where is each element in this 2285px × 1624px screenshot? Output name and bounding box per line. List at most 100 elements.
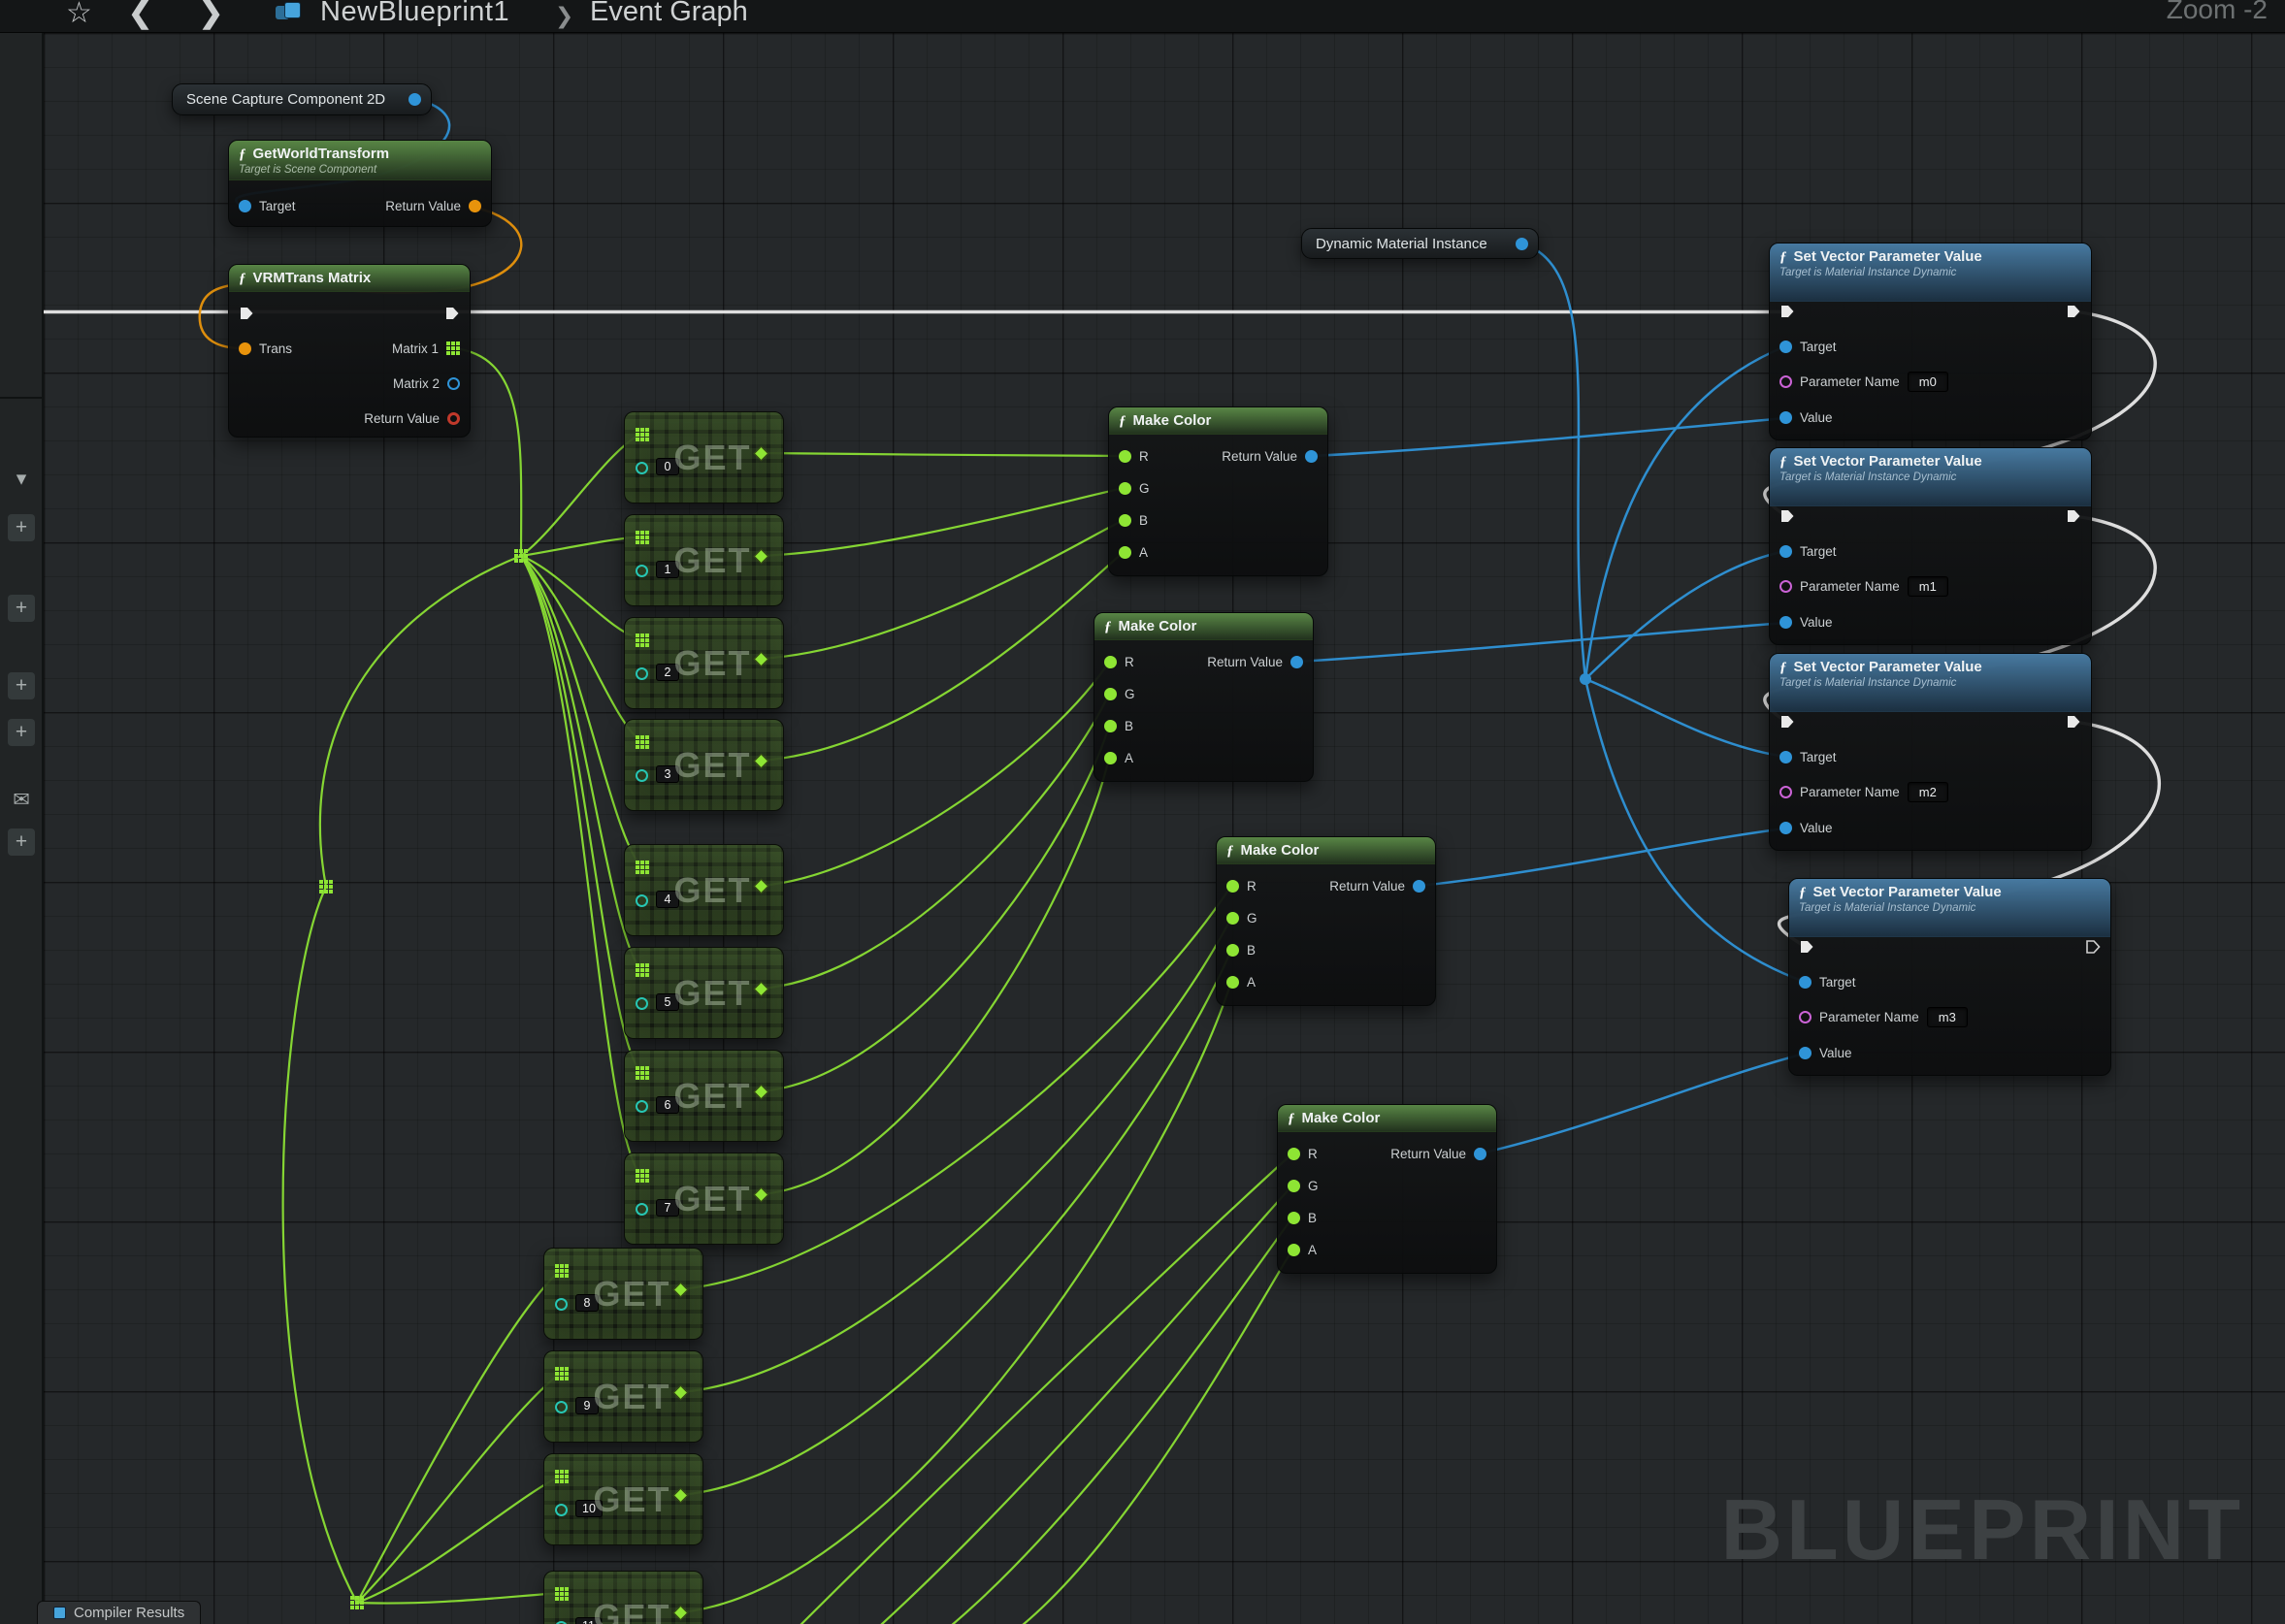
g-pin[interactable] [1119, 482, 1131, 495]
reroute-node[interactable] [319, 880, 333, 893]
matrix2-pin[interactable] [447, 377, 460, 390]
compiler-results-icon [53, 1607, 66, 1619]
return-value-pin[interactable] [1474, 1148, 1486, 1160]
message-icon[interactable]: ✉ [8, 786, 35, 813]
target-pin[interactable] [1799, 976, 1812, 989]
a-pin[interactable] [1119, 546, 1131, 559]
parameter-name-pin[interactable] [1779, 786, 1792, 798]
node-array-get-0[interactable]: 0 GET [624, 411, 784, 503]
node-array-get-3[interactable]: 3 GET [624, 719, 784, 811]
g-pin[interactable] [1226, 912, 1239, 925]
breadcrumb-section[interactable]: Event Graph [590, 0, 748, 33]
object-out-pin[interactable] [1516, 238, 1528, 250]
value-pin[interactable] [1779, 411, 1792, 424]
b-pin[interactable] [1104, 720, 1117, 732]
add-button-4[interactable]: + [8, 719, 35, 746]
breadcrumb-title[interactable]: NewBlueprint1 [320, 0, 509, 33]
add-button-2[interactable]: + [8, 595, 35, 622]
value-pin[interactable] [1779, 616, 1792, 629]
node-scene-capture-component[interactable]: Scene Capture Component 2D [172, 83, 432, 115]
favorite-icon[interactable]: ☆ [66, 0, 92, 33]
node-array-get-11[interactable]: 11 GET [543, 1571, 703, 1624]
node-set-vector-parameter-3[interactable]: ƒSet Vector Parameter Value Target is Ma… [1769, 653, 2092, 851]
return-value-pin[interactable] [447, 412, 460, 425]
compiler-results-tab[interactable]: Compiler Results [37, 1601, 201, 1624]
function-icon: ƒ [1779, 454, 1787, 470]
node-array-get-6[interactable]: 6 GET [624, 1050, 784, 1142]
r-pin[interactable] [1288, 1148, 1300, 1160]
node-set-vector-parameter-4[interactable]: ƒSet Vector Parameter Value Target is Ma… [1788, 878, 2111, 1076]
trans-pin[interactable] [239, 342, 251, 355]
node-dynamic-material-instance[interactable]: Dynamic Material Instance [1301, 228, 1539, 259]
exec-in-pin[interactable] [1779, 304, 1795, 319]
collapse-button[interactable]: ▾ [8, 465, 35, 492]
a-pin[interactable] [1288, 1244, 1300, 1256]
add-button-3[interactable]: + [8, 672, 35, 699]
a-pin[interactable] [1104, 752, 1117, 764]
return-value-pin[interactable] [1305, 450, 1318, 463]
node-array-get-10[interactable]: 10 GET [543, 1453, 703, 1545]
add-button-5[interactable]: + [8, 828, 35, 856]
param-name-field[interactable]: m3 [1927, 1007, 1968, 1027]
node-set-vector-parameter-1[interactable]: ƒSet Vector Parameter Value Target is Ma… [1769, 243, 2092, 440]
g-pin[interactable] [1288, 1180, 1300, 1192]
node-make-color-4[interactable]: ƒMake Color R Return Value G B A [1277, 1104, 1497, 1274]
node-make-color-1[interactable]: ƒMake Color R Return Value G B A [1108, 406, 1328, 576]
exec-out-pin[interactable] [2066, 304, 2081, 319]
exec-out-pin[interactable] [2066, 714, 2081, 730]
reroute-node[interactable] [350, 1596, 364, 1609]
g-pin[interactable] [1104, 688, 1117, 700]
node-set-vector-parameter-2[interactable]: ƒSet Vector Parameter Value Target is Ma… [1769, 447, 2092, 645]
b-pin[interactable] [1226, 944, 1239, 957]
matrix1-array-pin[interactable] [446, 341, 460, 355]
exec-out-pin[interactable] [2066, 508, 2081, 524]
node-make-color-2[interactable]: ƒMake Color R Return Value G B A [1094, 612, 1314, 782]
node-make-color-3[interactable]: ƒMake Color R Return Value G B A [1216, 836, 1436, 1006]
object-out-pin[interactable] [408, 93, 421, 106]
function-icon: ƒ [239, 146, 246, 162]
node-array-get-4[interactable]: 4 GET [624, 844, 784, 936]
target-pin[interactable] [1779, 545, 1792, 558]
return-value-pin[interactable] [469, 200, 481, 212]
value-pin[interactable] [1799, 1047, 1812, 1059]
target-pin[interactable] [1779, 341, 1792, 353]
a-pin[interactable] [1226, 976, 1239, 989]
node-array-get-8[interactable]: 8 GET [543, 1248, 703, 1340]
param-name-field[interactable]: m1 [1908, 576, 1948, 597]
return-value-pin[interactable] [1290, 656, 1303, 668]
r-pin[interactable] [1226, 880, 1239, 893]
r-pin[interactable] [1104, 656, 1117, 668]
exec-in-pin[interactable] [1799, 939, 1814, 955]
node-array-get-7[interactable]: 7 GET [624, 1153, 784, 1245]
node-array-get-5[interactable]: 5 GET [624, 947, 784, 1039]
r-pin[interactable] [1119, 450, 1131, 463]
b-pin[interactable] [1119, 514, 1131, 527]
node-array-get-1[interactable]: 1 GET [624, 514, 784, 606]
add-button-1[interactable]: + [8, 514, 35, 541]
param-name-field[interactable]: m0 [1908, 372, 1948, 392]
node-vrmtrans-matrix[interactable]: ƒVRMTrans Matrix Trans Matrix 1 Matrix 2… [228, 264, 471, 438]
value-pin[interactable] [1779, 822, 1792, 834]
parameter-name-pin[interactable] [1779, 375, 1792, 388]
node-get-world-transform[interactable]: ƒGetWorldTransform Target is Scene Compo… [228, 140, 492, 227]
exec-in-pin[interactable] [239, 306, 254, 321]
exec-out-pin[interactable] [2085, 939, 2101, 955]
back-button[interactable]: ❮ [128, 0, 152, 33]
b-pin[interactable] [1288, 1212, 1300, 1224]
target-pin[interactable] [239, 200, 251, 212]
return-value-pin[interactable] [1413, 880, 1425, 893]
forward-button[interactable]: ❯ [199, 0, 223, 33]
parameter-name-pin[interactable] [1779, 580, 1792, 593]
node-array-get-9[interactable]: 9 GET [543, 1350, 703, 1443]
function-icon: ƒ [239, 271, 246, 286]
exec-in-pin[interactable] [1779, 714, 1795, 730]
param-name-field[interactable]: m2 [1908, 782, 1948, 802]
parameter-name-pin[interactable] [1799, 1011, 1812, 1023]
node-array-get-2[interactable]: 2 GET [624, 617, 784, 709]
exec-out-pin[interactable] [444, 306, 460, 321]
exec-in-pin[interactable] [1779, 508, 1795, 524]
node-header: ƒGetWorldTransform Target is Scene Compo… [229, 141, 491, 180]
target-pin[interactable] [1779, 751, 1792, 763]
reroute-node[interactable] [514, 549, 528, 563]
function-icon: ƒ [1779, 249, 1787, 265]
